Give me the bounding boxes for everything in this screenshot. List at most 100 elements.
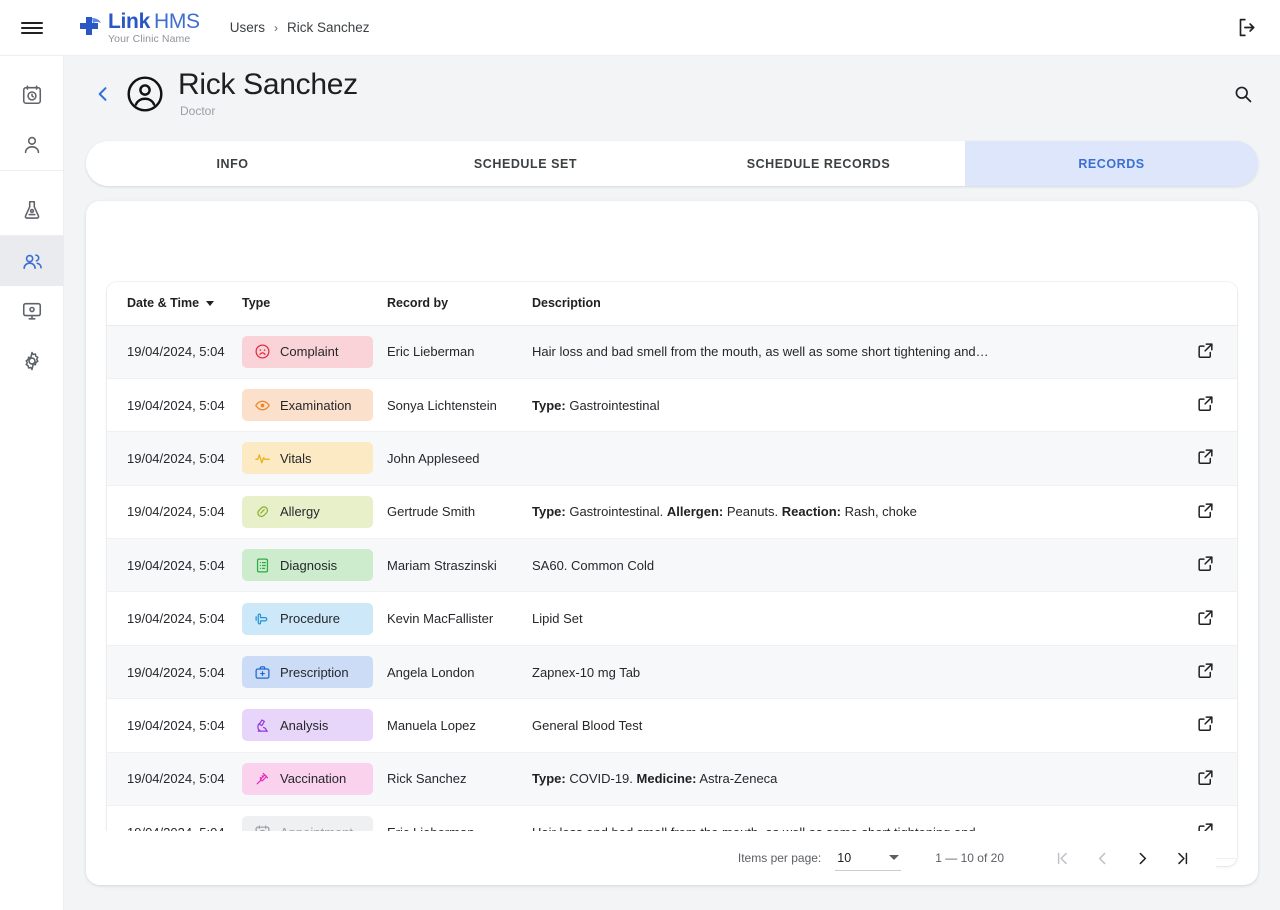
tab-records[interactable]: RECORDS — [965, 141, 1258, 186]
eye-icon — [253, 396, 271, 414]
last-page-icon — [1177, 852, 1187, 864]
next-page-icon — [1139, 852, 1146, 864]
table-row[interactable]: 19/04/2024, 5:04 Allergy Gertrude Smith Typ… — [107, 485, 1237, 540]
cell-record-by: Mariam Straszinski — [387, 538, 532, 593]
cell-actions — [1182, 378, 1237, 433]
type-badge-prescription: Prescription — [242, 656, 373, 689]
tab-info[interactable]: INFO — [86, 141, 379, 186]
app-logo[interactable]: Link HMS Your Clinic Name — [76, 11, 200, 45]
peanut-icon — [253, 503, 271, 521]
type-badge-label: Complaint — [280, 344, 339, 360]
open-record-button[interactable] — [1196, 341, 1215, 360]
type-badge-label: Vitals — [280, 450, 312, 466]
back-button[interactable] — [84, 75, 122, 113]
sad-face-icon — [253, 343, 271, 361]
table-row[interactable]: 19/04/2024, 5:04 Procedure Kevin MacFallis… — [107, 591, 1237, 646]
cell-description: Type: Gastrointestinal. Allergen: Peanut… — [532, 485, 1182, 540]
open-in-new-icon — [1198, 610, 1213, 625]
cell-actions — [1182, 645, 1237, 700]
sidebar-item-users[interactable] — [0, 236, 64, 286]
table-row[interactable]: 19/04/2024, 5:04 Diagnosis Mariam Straszin… — [107, 538, 1237, 593]
column-header-date-label: Date & Time — [127, 296, 200, 311]
cell-description: Type: COVID-19. Medicine: Astra-Zeneca — [532, 752, 1182, 807]
column-header-record-by[interactable]: Record by — [387, 282, 532, 326]
open-in-new-icon — [1198, 556, 1213, 572]
tab-schedule-records[interactable]: SCHEDULE RECORDS — [672, 141, 965, 186]
type-badge-label: Prescription — [280, 664, 349, 680]
logout-button[interactable] — [1232, 13, 1262, 43]
breadcrumb-item-users[interactable]: Users — [230, 20, 265, 35]
cell-record-by: Angela London — [387, 645, 532, 700]
table-row[interactable]: 19/04/2024, 5:04 Prescription Angela Londo… — [107, 645, 1237, 700]
open-record-button[interactable] — [1196, 501, 1215, 520]
open-record-button[interactable] — [1196, 447, 1215, 466]
cell-date: 19/04/2024, 5:04 — [107, 325, 242, 379]
cell-actions — [1182, 538, 1237, 593]
hamburger-menu-icon[interactable] — [0, 0, 64, 56]
tab-bar: INFO SCHEDULE SET SCHEDULE RECORDS RECOR… — [86, 141, 1258, 186]
cell-date: 19/04/2024, 5:04 — [107, 485, 242, 540]
page-subtitle: Doctor — [180, 103, 216, 118]
last-page-button[interactable] — [1162, 838, 1202, 878]
syringe-icon — [253, 770, 271, 788]
monitor-gear-icon — [22, 302, 42, 320]
open-record-button[interactable] — [1196, 768, 1215, 787]
type-badge-label: Examination — [280, 397, 352, 413]
type-badge-label: Diagnosis — [280, 557, 338, 573]
tab-schedule-set[interactable]: SCHEDULE SET — [379, 141, 672, 186]
cell-record-by: Manuela Lopez — [387, 698, 532, 753]
sidebar-item-patients[interactable] — [0, 120, 64, 170]
table-header-row: Date & Time Type Record by Description — [107, 282, 1237, 326]
table-row[interactable]: 19/04/2024, 5:04 Examination Sonya Lichten… — [107, 378, 1237, 433]
column-header-date[interactable]: Date & Time — [107, 282, 242, 326]
cell-actions — [1182, 752, 1237, 807]
open-record-button[interactable] — [1196, 394, 1215, 413]
type-badge-vaccination: Vaccination — [242, 762, 373, 795]
records-card: Date & Time Type Record by Description 1… — [86, 201, 1258, 885]
next-page-button[interactable] — [1122, 838, 1162, 878]
search-button[interactable] — [1228, 79, 1258, 109]
type-badge-label: Procedure — [280, 611, 340, 627]
table-row[interactable]: 19/04/2024, 5:04 Analysis Manuela Lopez Gen… — [107, 698, 1237, 753]
page-header: Rick Sanchez Doctor — [64, 56, 1280, 131]
cell-type: Diagnosis — [242, 538, 387, 593]
top-bar: Link HMS Your Clinic Name Users › Rick Sa… — [0, 0, 1280, 56]
cell-date: 19/04/2024, 5:04 — [107, 698, 242, 753]
table-row[interactable]: 19/04/2024, 5:04 Vaccination Rick Sanchez T… — [107, 752, 1237, 807]
clipboard-list-icon — [253, 556, 271, 574]
sidebar-item-workstation[interactable] — [0, 286, 64, 336]
items-per-page-label: Items per page: — [737, 851, 822, 865]
medical-kit-icon — [253, 663, 271, 681]
sidebar — [0, 56, 64, 910]
cell-record-by: Gertrude Smith — [387, 485, 532, 540]
sidebar-item-settings[interactable] — [0, 336, 64, 386]
open-in-new-icon — [1198, 449, 1213, 465]
type-badge-label: Allergy — [280, 504, 320, 520]
breadcrumb-item-current[interactable]: Rick Sanchez — [287, 20, 370, 35]
table-row[interactable]: 19/04/2024, 5:04 Complaint Eric Lieberman H… — [107, 325, 1237, 379]
cell-type: Allergy — [242, 485, 387, 540]
open-in-new-icon — [1198, 343, 1213, 358]
open-record-button[interactable] — [1196, 714, 1215, 733]
column-header-description[interactable]: Description — [532, 282, 1182, 326]
items-per-page-select[interactable]: 10 — [835, 846, 902, 871]
sidebar-item-appointments[interactable] — [0, 70, 64, 120]
open-record-button[interactable] — [1196, 554, 1215, 573]
previous-page-button[interactable] — [1082, 838, 1122, 878]
cell-type: Vaccination — [242, 752, 387, 807]
type-badge-procedure: Procedure — [242, 602, 373, 635]
cell-actions — [1182, 325, 1237, 379]
cell-actions — [1182, 485, 1237, 540]
type-badge-complaint: Complaint — [242, 335, 373, 368]
cell-record-by: John Appleseed — [387, 431, 532, 486]
table-row[interactable]: 19/04/2024, 5:04 Vitals John Appleseed — [107, 431, 1237, 486]
type-badge-vitals: Vitals — [242, 442, 373, 475]
open-record-button[interactable] — [1196, 661, 1215, 680]
avatar — [127, 75, 163, 112]
breadcrumb-separator-icon: › — [274, 20, 279, 35]
open-record-button[interactable] — [1196, 608, 1215, 627]
sidebar-item-laboratory[interactable] — [0, 185, 64, 235]
first-page-button[interactable] — [1042, 838, 1082, 878]
open-in-new-icon — [1198, 716, 1213, 732]
column-header-type[interactable]: Type — [242, 282, 387, 326]
